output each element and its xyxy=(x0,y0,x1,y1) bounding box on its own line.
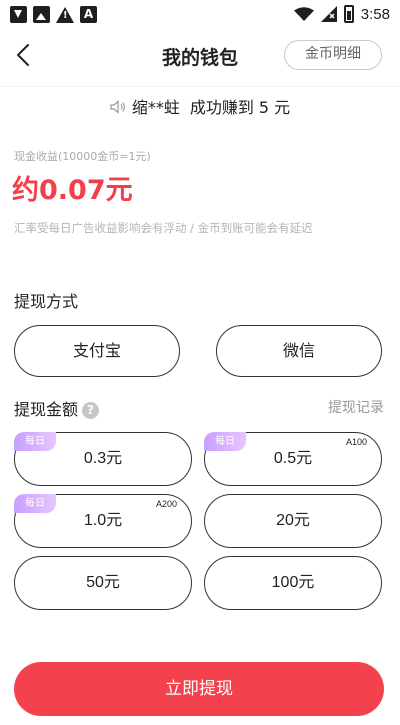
withdraw-method-options: 支付宝 微信 xyxy=(14,325,384,377)
exchange-tip: 汇率受每日广告收益影响会有浮动 / 金币到账可能会有延迟 xyxy=(14,221,313,235)
speaker-icon xyxy=(110,100,125,114)
system-icons: 3:58 xyxy=(293,5,390,23)
amount-option-50[interactable]: 50元 xyxy=(14,556,192,610)
amount-option-0-5[interactable]: 每日 A100 0.5元 xyxy=(204,432,382,486)
amount-label: 20元 xyxy=(276,512,310,529)
notification-icons: A xyxy=(10,6,97,23)
alipay-option[interactable]: 支付宝 xyxy=(14,325,180,377)
amount-option-0-3[interactable]: 每日 0.3元 xyxy=(14,432,192,486)
notice-user: 缩**蛀 xyxy=(131,98,180,117)
amount-label: 1.0元 xyxy=(83,512,123,529)
withdraw-amount-title: 提现金额? xyxy=(14,396,100,420)
cash-label: 现金收益(10000金币=1元) xyxy=(14,150,151,163)
signal-icon xyxy=(320,6,337,22)
battery-icon xyxy=(343,5,354,23)
withdraw-amount-label: 提现金额 xyxy=(14,400,79,419)
v-app-icon xyxy=(10,6,27,23)
amount-label: 0.3元 xyxy=(83,450,123,467)
help-icon[interactable]: ? xyxy=(82,402,100,419)
withdraw-now-button[interactable]: 立即提现 xyxy=(14,662,384,716)
wifi-icon xyxy=(293,7,314,21)
amount-option-20[interactable]: 20元 xyxy=(204,494,382,548)
amount-label: 0.5元 xyxy=(273,450,313,467)
a-app-icon: A xyxy=(80,6,97,23)
amount-option-100[interactable]: 100元 xyxy=(204,556,382,610)
clock: 3:58 xyxy=(360,5,390,23)
withdraw-notice: 缩**蛀 成功赚到 5 元 xyxy=(0,94,400,118)
status-bar: A 3:58 xyxy=(0,0,400,30)
withdraw-method-title: 提现方式 xyxy=(14,292,79,311)
nav-divider xyxy=(0,86,400,87)
image-icon xyxy=(33,6,50,23)
amount-label: 100元 xyxy=(271,574,315,591)
notice-text: 成功赚到 5 元 xyxy=(189,98,291,117)
cash-value: 约0.07元 xyxy=(12,175,133,206)
amount-option-1-0[interactable]: 每日 A200 1.0元 xyxy=(14,494,192,548)
nav-bar: 我的钱包 金币明细 xyxy=(0,30,400,80)
amount-label: 50元 xyxy=(86,574,120,591)
coin-detail-button[interactable]: 金币明细 xyxy=(284,40,382,70)
withdraw-record-link[interactable]: 提现记录 xyxy=(328,397,384,417)
warning-icon xyxy=(56,6,74,23)
wechat-option[interactable]: 微信 xyxy=(216,325,382,377)
